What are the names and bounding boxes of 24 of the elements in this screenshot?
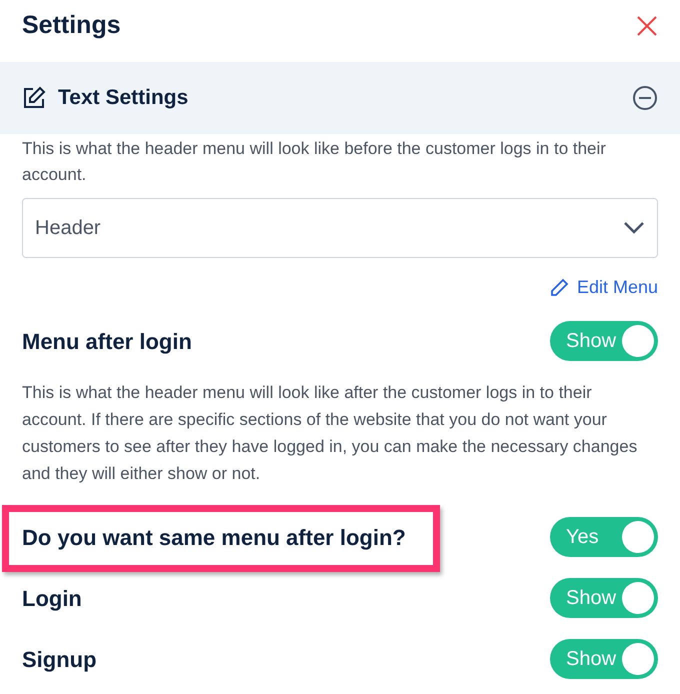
- setting-label: Do you want same menu after login?: [22, 524, 406, 550]
- edit-menu-link[interactable]: Edit Menu: [548, 274, 658, 301]
- setting-label: Menu after login: [22, 328, 192, 356]
- description-text: This is what the header menu will look like after the customer logs in to their account. If there are specific sections of the website that you do not want your customers to see after they have logged in, you can make the necessary changes and they will either show or not.: [22, 382, 638, 485]
- menu-select[interactable]: Header: [22, 198, 658, 258]
- panel-title: Settings: [22, 10, 121, 42]
- toggle-knob: [622, 521, 654, 553]
- collapse-icon[interactable]: [632, 85, 658, 111]
- description-text: This is what the header menu will look like before the customer logs in to their account.: [22, 138, 607, 186]
- setting-label: Login: [22, 586, 82, 610]
- close-icon[interactable]: [636, 15, 658, 37]
- toggle-knob: [622, 643, 654, 675]
- toggle-switch[interactable]: Show: [550, 639, 658, 679]
- toggle-switch[interactable]: Yes: [550, 517, 658, 557]
- toggle-knob: [622, 582, 654, 614]
- toggle-switch[interactable]: Show: [550, 578, 658, 618]
- chevron-down-icon: [623, 221, 645, 235]
- toggle-switch[interactable]: Show: [550, 321, 658, 361]
- section-title: Text Settings: [58, 85, 188, 112]
- setting-label: Signup: [22, 646, 97, 672]
- edit-icon: [22, 86, 46, 110]
- section-header[interactable]: Text Settings: [0, 62, 680, 134]
- toggle-knob: [622, 325, 654, 357]
- pencil-icon: [548, 278, 569, 298]
